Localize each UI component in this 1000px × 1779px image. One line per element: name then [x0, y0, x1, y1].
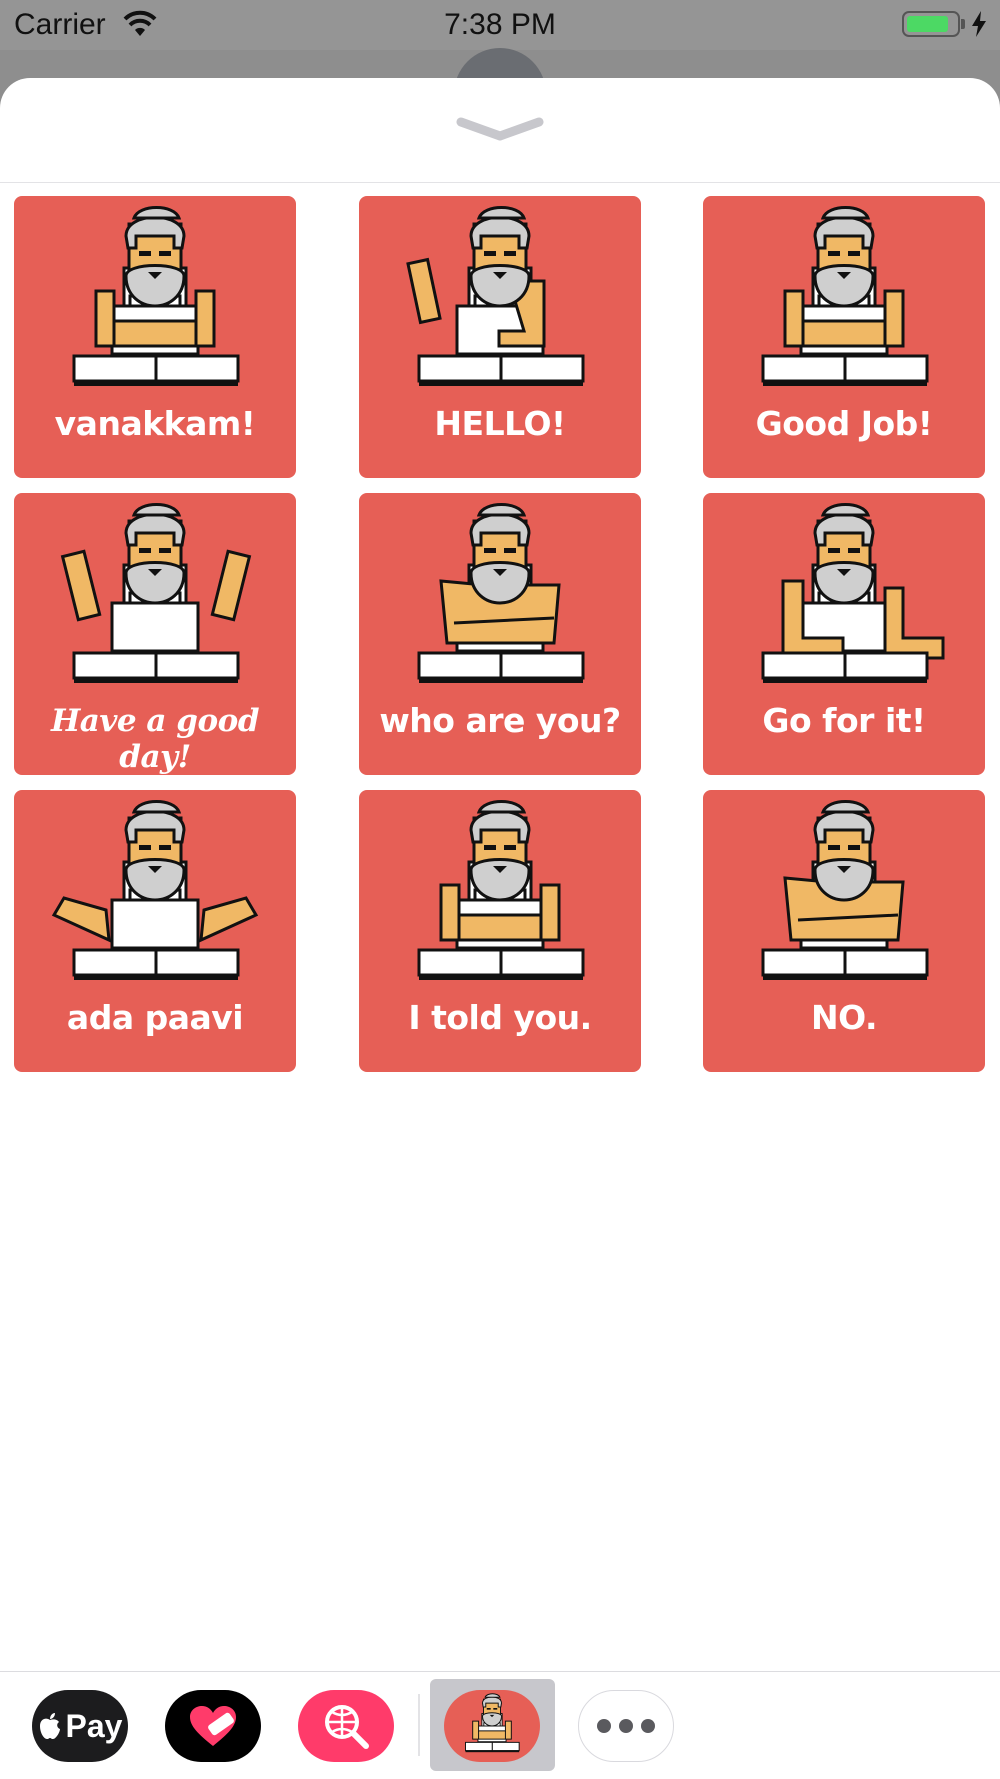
sticker-tile[interactable]: NO.	[703, 790, 985, 1072]
old-man-sticker-icon	[761, 800, 929, 980]
sticker-tile[interactable]: who are you?	[359, 493, 641, 775]
heart-app-button[interactable]	[165, 1690, 261, 1762]
sheet-divider	[0, 182, 1000, 183]
sticker-app-button[interactable]	[444, 1690, 540, 1762]
sticker-label: ada paavi	[66, 998, 244, 1037]
sticker-tile[interactable]: Go for it!	[703, 493, 985, 775]
sticker-tile[interactable]: vanakkam!	[14, 196, 296, 478]
sticker-label: NO.	[811, 998, 877, 1037]
battery-cap	[961, 19, 965, 29]
sticker-tile[interactable]: ada paavi	[14, 790, 296, 1072]
battery-level	[907, 16, 948, 32]
sticker-tile[interactable]: HELLO!	[359, 196, 641, 478]
old-man-sticker-icon	[417, 503, 585, 683]
old-man-sticker-icon	[417, 800, 585, 980]
heart-icon	[190, 1706, 236, 1746]
sticker-tile[interactable]: I told you.	[359, 790, 641, 1072]
app-drawer: Pay	[0, 1671, 1000, 1779]
bolt-icon	[972, 11, 986, 37]
more-apps-button[interactable]	[578, 1690, 674, 1762]
web-search-app-button[interactable]	[298, 1690, 394, 1762]
sticker-label: HELLO!	[434, 404, 566, 443]
drawer-separator	[418, 1694, 420, 1756]
sticker-label: Good Job!	[755, 404, 933, 443]
apple-pay-button[interactable]: Pay	[32, 1690, 128, 1762]
old-man-sticker-icon	[761, 206, 929, 386]
old-man-sticker-icon	[51, 800, 259, 980]
chevron-down-icon[interactable]	[455, 114, 545, 144]
apple-pay-label: Pay	[65, 1707, 123, 1744]
sticker-label: who are you?	[379, 701, 621, 740]
sticker-label: vanakkam!	[54, 404, 256, 443]
more-icon	[597, 1719, 655, 1733]
sticker-tile[interactable]: Have a good day!	[14, 493, 296, 775]
sticker-label: I told you.	[408, 998, 592, 1037]
apple-icon	[39, 1713, 60, 1739]
sticker-label: Have a good day!	[51, 703, 260, 775]
old-man-sticker-icon	[72, 206, 240, 386]
globe-search-icon	[325, 1705, 369, 1749]
old-man-sticker-icon	[761, 503, 945, 683]
sticker-tile[interactable]: Good Job!	[703, 196, 985, 478]
sticker-label: Go for it!	[762, 701, 926, 740]
clock: 7:38 PM	[444, 8, 556, 41]
battery-icon	[902, 11, 960, 37]
old-man-sticker-icon	[465, 1693, 520, 1753]
sticker-sheet: vanakkam! HELLO! Good Job! Have a good d…	[0, 78, 1000, 1778]
old-man-sticker-icon	[60, 503, 252, 683]
status-bar: Carrier 7:38 PM	[0, 0, 1000, 50]
old-man-sticker-icon	[406, 206, 585, 386]
